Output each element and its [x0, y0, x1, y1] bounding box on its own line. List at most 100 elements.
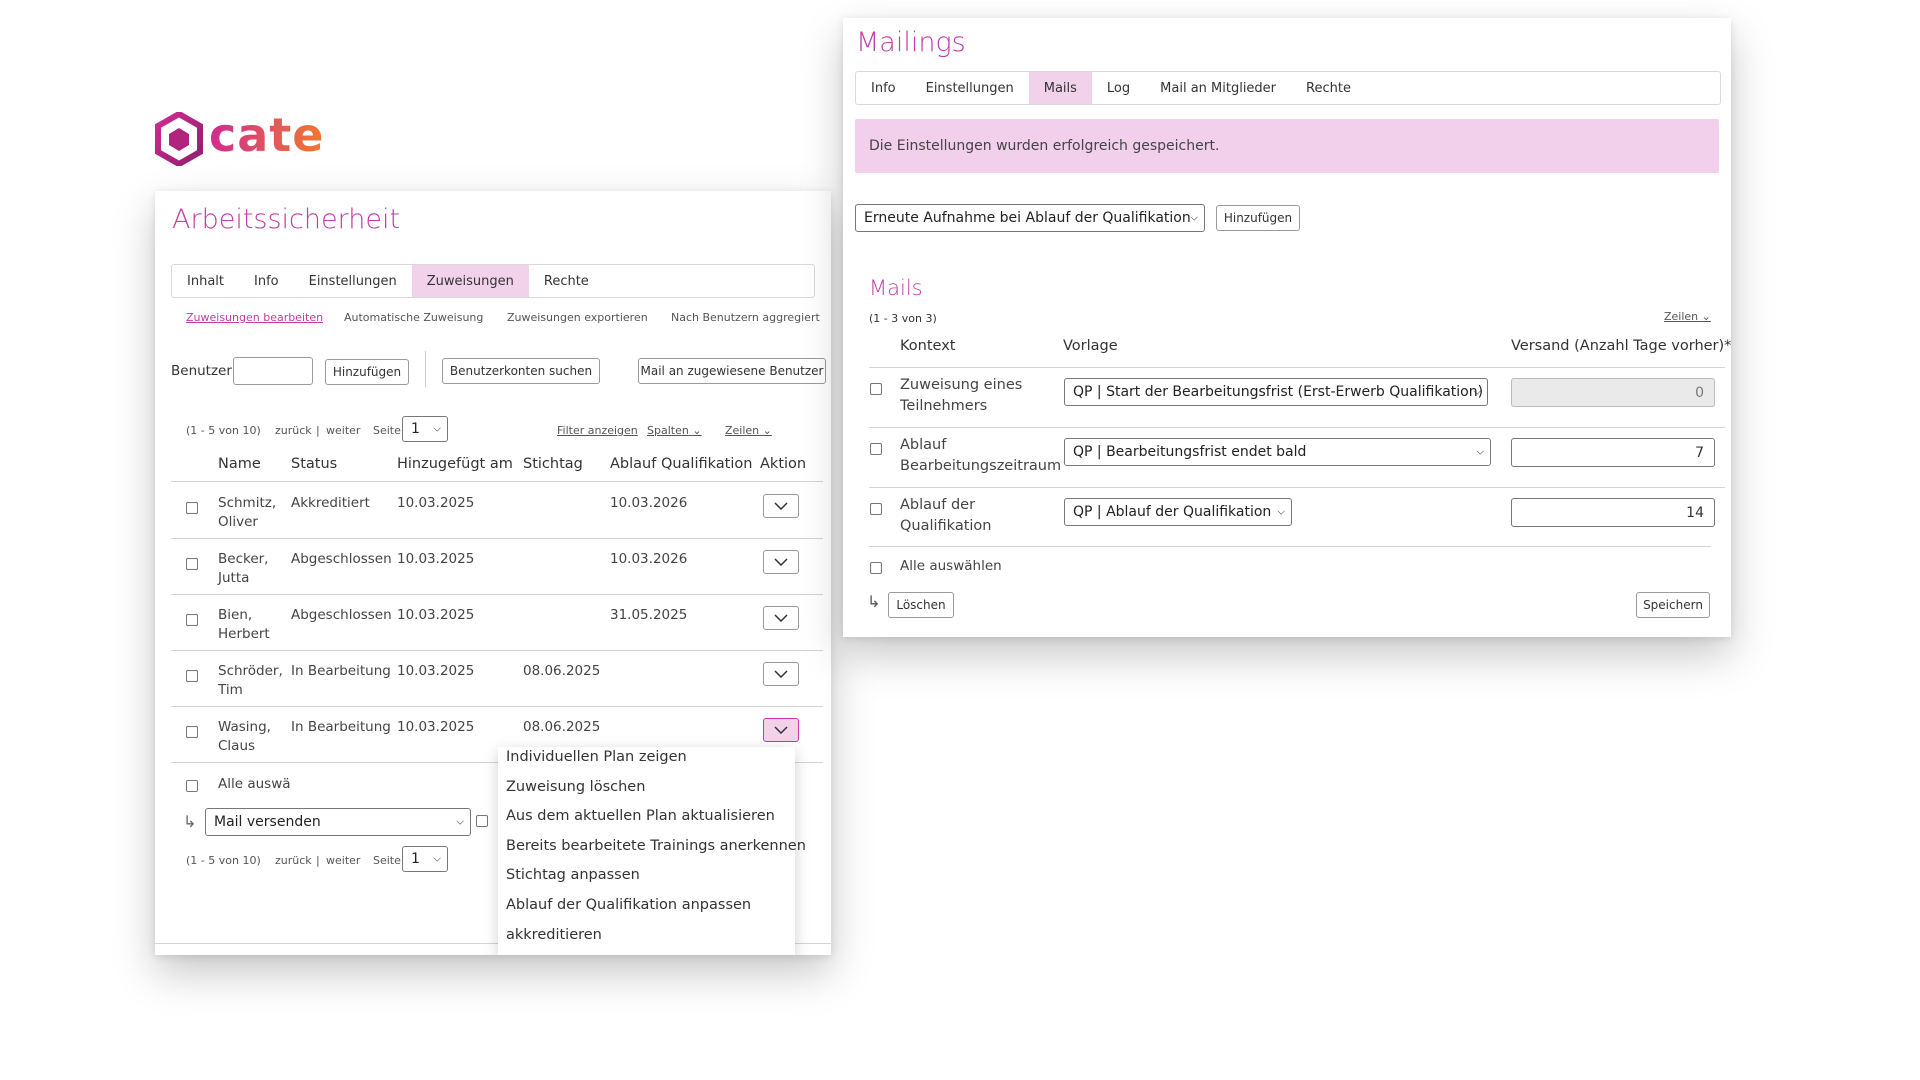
pagination-next[interactable]: weiter — [326, 424, 360, 437]
row-action-button[interactable] — [763, 550, 799, 574]
rows-toggle[interactable]: Zeilen ⌄ — [725, 424, 772, 437]
add-mail-button[interactable]: Hinzufügen — [1216, 205, 1300, 231]
row-checkbox[interactable] — [870, 503, 882, 515]
page-select[interactable]: 1 ⌵ — [402, 416, 448, 442]
chevron-down-icon — [774, 558, 788, 566]
save-button[interactable]: Speichern — [1636, 592, 1710, 618]
menu-item-delete-assignment[interactable]: Zuweisung löschen — [506, 779, 645, 795]
left-tab-bar: Inhalt Info Einstellungen Zuweisungen Re… — [171, 264, 815, 298]
row-divider — [171, 650, 823, 651]
menu-item-acknowledge-trainings[interactable]: Bereits bearbeitete Trainings anerkennen — [506, 838, 806, 854]
subtab-zuweisungen-exportieren[interactable]: Zuweisungen exportieren — [507, 311, 648, 324]
row-ablauf: 10.03.2026 — [610, 551, 688, 567]
template-select[interactable]: QP | Start der Bearbeitungsfrist (Erst-E… — [1064, 378, 1488, 406]
menu-item-update-from-plan[interactable]: Aus dem aktuellen Plan aktualisieren — [506, 808, 775, 824]
row-checkbox[interactable] — [186, 726, 198, 738]
menu-item-adjust-stichtag[interactable]: Stichtag anpassen — [506, 867, 640, 883]
chevron-down-icon: ⌵ — [433, 853, 441, 865]
mail-assigned-users-button[interactable]: Mail an zugewiesene Benutzer — [638, 358, 826, 384]
chevron-down-icon — [774, 502, 788, 510]
row-divider — [171, 538, 823, 539]
row-action-button[interactable] — [763, 494, 799, 518]
chevron-down-icon: ⌄ — [692, 424, 702, 437]
row-action-button[interactable] — [763, 606, 799, 630]
assignments-panel: Arbeitssicherheit Inhalt Info Einstellun… — [155, 191, 831, 955]
mail-type-select[interactable]: Erneute Aufnahme bei Ablauf der Qualifik… — [855, 204, 1205, 232]
tab-inhalt[interactable]: Inhalt — [172, 265, 239, 297]
row-name: Becker, Jutta — [218, 551, 269, 586]
tab-einstellungen[interactable]: Einstellungen — [911, 72, 1029, 104]
row-checkbox[interactable] — [186, 502, 198, 514]
bulk-action-select[interactable]: Mail versenden ⌵ — [205, 808, 471, 836]
columns-toggle[interactable]: Spalten ⌄ — [647, 424, 702, 437]
tab-einstellungen[interactable]: Einstellungen — [294, 265, 412, 297]
search-accounts-button[interactable]: Benutzerkonten suchen — [442, 358, 600, 384]
pagination-back[interactable]: zurück — [275, 854, 312, 867]
tab-info[interactable]: Info — [239, 265, 294, 297]
page-title: Mailings — [856, 27, 966, 58]
benutzer-label: Benutzer — [171, 363, 232, 379]
tab-mails[interactable]: Mails — [1028, 72, 1092, 104]
row-name: Schröder, Tim — [218, 663, 283, 698]
select-all-checkbox[interactable] — [870, 562, 882, 574]
menu-item-accredit[interactable]: akkreditieren — [506, 927, 602, 943]
page-label: Seite — [373, 424, 401, 437]
bulk-option-checkbox[interactable] — [476, 815, 488, 827]
row-checkbox[interactable] — [870, 443, 882, 455]
template-select[interactable]: QP | Ablauf der Qualifikation ⌵ — [1064, 498, 1292, 526]
pagination-sep: | — [316, 854, 320, 867]
days-input: 0 — [1511, 378, 1715, 407]
subtab-zuweisungen-bearbeiten[interactable]: Zuweisungen bearbeiten — [186, 311, 323, 324]
tab-mail-an-mitglieder[interactable]: Mail an Mitglieder — [1145, 72, 1291, 104]
row-action-button-open[interactable] — [763, 718, 799, 742]
chevron-down-icon: ⌵ — [433, 423, 441, 435]
template-select[interactable]: QP | Bearbeitungsfrist endet bald ⌵ — [1064, 438, 1491, 466]
row-context: Zuweisung eines Teilnehmers — [900, 377, 1023, 414]
benutzer-input[interactable] — [233, 357, 313, 385]
add-user-button[interactable]: Hinzufügen — [325, 359, 409, 385]
row-action-button[interactable] — [763, 662, 799, 686]
chevron-down-icon: ⌵ — [1190, 212, 1198, 224]
bulk-arrow-icon: ↳ — [867, 592, 881, 611]
col-stichtag: Stichtag — [523, 456, 583, 472]
page-select[interactable]: 1 ⌵ — [402, 846, 448, 872]
row-ablauf: 31.05.2025 — [610, 607, 688, 623]
subtab-nach-benutzern[interactable]: Nach Benutzern aggregiert — [671, 311, 820, 324]
filter-toggle[interactable]: Filter anzeigen — [557, 424, 638, 437]
chevron-down-icon: ⌵ — [1476, 446, 1484, 458]
row-checkbox[interactable] — [186, 670, 198, 682]
pagination-back[interactable]: zurück — [275, 424, 312, 437]
tab-info[interactable]: Info — [856, 72, 911, 104]
select-all-label: Alle auswä — [218, 776, 291, 792]
success-alert: Die Einstellungen wurden erfolgreich ges… — [855, 119, 1719, 173]
pagination-range: (1 - 5 von 10) — [186, 854, 261, 867]
tab-rechte[interactable]: Rechte — [1291, 72, 1366, 104]
hexagon-logo-icon — [155, 112, 203, 166]
col-kontext: Kontext — [900, 338, 956, 354]
row-ablauf: 10.03.2026 — [610, 495, 688, 511]
subtab-automatische-zuweisung[interactable]: Automatische Zuweisung — [344, 311, 483, 324]
select-all-label: Alle auswählen — [900, 558, 1002, 574]
days-input[interactable]: 7 — [1511, 438, 1715, 467]
rows-toggle[interactable]: Zeilen ⌄ — [1664, 310, 1711, 323]
menu-item-show-plan[interactable]: Individuellen Plan zeigen — [506, 749, 687, 765]
row-added: 10.03.2025 — [397, 719, 475, 735]
select-all-checkbox[interactable] — [186, 780, 198, 792]
col-status: Status — [291, 456, 338, 472]
section-title: Mails — [869, 276, 923, 300]
tab-zuweisungen[interactable]: Zuweisungen — [411, 265, 529, 297]
row-divider — [869, 427, 1725, 428]
days-input[interactable]: 14 — [1511, 498, 1715, 527]
delete-button[interactable]: Löschen — [888, 592, 954, 618]
row-status: Abgeschlossen — [291, 551, 392, 567]
pagination-next[interactable]: weiter — [326, 854, 360, 867]
row-name: Bien, Herbert — [218, 607, 270, 642]
row-checkbox[interactable] — [870, 383, 882, 395]
row-checkbox[interactable] — [186, 614, 198, 626]
row-added: 10.03.2025 — [397, 607, 475, 623]
divider — [425, 351, 426, 387]
menu-item-adjust-expiry[interactable]: Ablauf der Qualifikation anpassen — [506, 897, 751, 913]
row-checkbox[interactable] — [186, 558, 198, 570]
tab-log[interactable]: Log — [1092, 72, 1145, 104]
tab-rechte[interactable]: Rechte — [529, 265, 604, 297]
